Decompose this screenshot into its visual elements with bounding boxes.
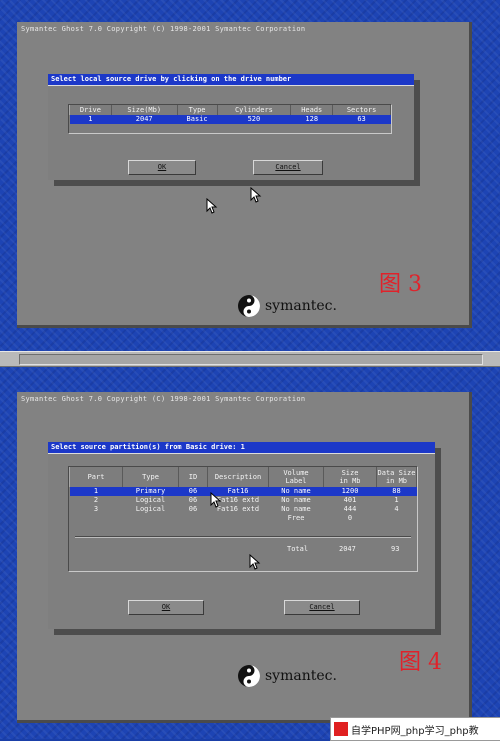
symantec-logo-icon bbox=[238, 295, 260, 317]
table-row[interactable]: 1 2047 Basic 520 128 63 bbox=[69, 115, 391, 124]
column-header: Size in Mb bbox=[323, 467, 377, 487]
watermark-badge: 自学PHP网_php学习_php教 bbox=[330, 717, 500, 741]
column-header: Size(Mb) bbox=[110, 105, 178, 115]
ok-button[interactable]: OK bbox=[128, 600, 204, 615]
column-header: Data Size in Mb bbox=[376, 467, 417, 487]
column-header: Volume Label bbox=[268, 467, 324, 487]
symantec-logo: symantec. bbox=[237, 294, 337, 318]
column-header: Part bbox=[69, 467, 123, 487]
brand-name: symantec. bbox=[265, 668, 337, 684]
select-source-drive-dialog: Select local source drive by clicking on… bbox=[48, 74, 414, 180]
figure-label: 图 3 bbox=[379, 272, 422, 297]
partition-table-panel: Part Type ID Description Volume Label Si… bbox=[68, 466, 418, 572]
figure-label: 图 4 bbox=[399, 650, 442, 675]
mouse-cursor-icon bbox=[249, 554, 261, 570]
column-header: Description bbox=[207, 467, 269, 487]
ghost-screen-2: Symantec Ghost 7.0 Copyright (C) 1998-20… bbox=[17, 392, 472, 723]
symantec-logo: symantec. bbox=[237, 664, 337, 688]
total-size: 2047 bbox=[339, 545, 356, 553]
column-header: Heads bbox=[290, 105, 334, 115]
total-divider bbox=[75, 536, 411, 538]
mouse-cursor-icon bbox=[206, 198, 218, 214]
table-row[interactable]: 3 Logical 06 Fat16 extd No name 444 4 bbox=[70, 505, 417, 514]
total-data-size: 93 bbox=[391, 545, 400, 553]
cancel-button[interactable]: Cancel bbox=[284, 600, 360, 615]
ghost-screen-1: Symantec Ghost 7.0 Copyright (C) 1998-20… bbox=[17, 22, 472, 328]
dialog-title: Select source partition(s) from Basic dr… bbox=[48, 442, 435, 454]
copyright-text: Symantec Ghost 7.0 Copyright (C) 1998-20… bbox=[21, 25, 306, 33]
table-row[interactable]: 2 Logical 06 Fat16 extd No name 401 1 bbox=[70, 496, 417, 505]
dialog-title: Select local source drive by clicking on… bbox=[48, 74, 414, 86]
symantec-logo-icon bbox=[238, 665, 260, 687]
drive-table: Drive Size(Mb) Type Cylinders Heads Sect… bbox=[69, 105, 391, 124]
total-label: Total bbox=[287, 545, 309, 553]
mouse-cursor-icon bbox=[250, 187, 262, 203]
column-header: Type bbox=[122, 467, 179, 487]
watermark-logo-icon bbox=[334, 722, 348, 736]
column-header: Drive bbox=[69, 105, 112, 115]
copyright-text: Symantec Ghost 7.0 Copyright (C) 1998-20… bbox=[21, 395, 306, 403]
table-row: Free 0 bbox=[287, 514, 353, 522]
partition-table: Part Type ID Description Volume Label Si… bbox=[69, 467, 417, 523]
table-row[interactable]: 1 Primary 06 Fat16 No name 1200 88 bbox=[69, 487, 417, 496]
ok-button[interactable]: OK bbox=[128, 160, 196, 175]
taskbar-strip bbox=[0, 351, 500, 367]
column-header: Type bbox=[176, 105, 218, 115]
watermark-text: 自学PHP网_php学习_php教 bbox=[351, 725, 479, 737]
cancel-button[interactable]: Cancel bbox=[253, 160, 323, 175]
column-header: ID bbox=[178, 467, 208, 487]
mouse-cursor-icon bbox=[210, 492, 222, 508]
column-header: Sectors bbox=[332, 105, 391, 115]
brand-name: symantec. bbox=[265, 298, 337, 314]
drive-table-panel: Drive Size(Mb) Type Cylinders Heads Sect… bbox=[68, 104, 392, 134]
select-source-partition-dialog: Select source partition(s) from Basic dr… bbox=[48, 442, 435, 629]
column-header: Cylinders bbox=[216, 105, 292, 115]
